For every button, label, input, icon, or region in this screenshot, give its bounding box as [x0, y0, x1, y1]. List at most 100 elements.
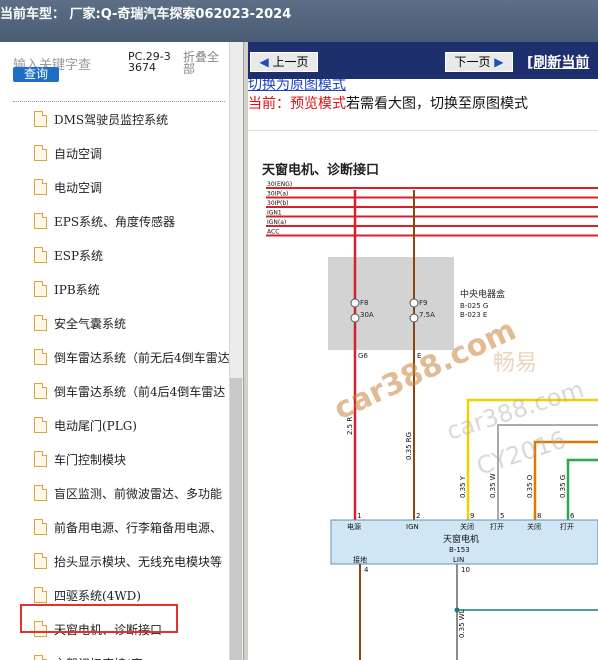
tree-item-label: ESP系统 — [54, 248, 104, 263]
watermark-changyi: 畅易 — [493, 351, 537, 376]
wire-label: 0.35 Y — [459, 475, 467, 498]
nav-toolbar: ◀ 上一页 下一页 ▶ [刷新当前 — [248, 42, 598, 79]
power-rail-label: ACC — [267, 229, 279, 236]
document-icon — [34, 349, 47, 365]
module-pin-number: 9 — [470, 512, 474, 520]
content-panel: ◀ 上一页 下一页 ▶ [刷新当前 切换为原图模式 当前：预览模式若需看大图，切… — [248, 42, 598, 660]
lin-label: LIN — [453, 556, 464, 564]
document-icon — [34, 383, 47, 399]
module-pin-number: 5 — [500, 512, 504, 520]
wire-label: 0.35 RG — [405, 432, 413, 460]
prev-page-button[interactable]: ◀ 上一页 — [250, 52, 318, 72]
tree-item-label: 电动空调 — [54, 180, 103, 195]
tree-item[interactable]: EPS系统、角度传感器 — [34, 210, 175, 232]
fuse-f8-id: F8 — [360, 299, 368, 307]
tree-item[interactable]: 电动尾门(PLG) — [34, 414, 137, 436]
document-icon — [34, 655, 47, 660]
tree-item-label: 盲区监测、前微波雷达、多功能 — [54, 486, 223, 501]
switch-original-link[interactable]: 切换为原图模式 — [248, 79, 346, 91]
fuse-f9-rating: 7.5A — [419, 311, 435, 319]
diagram-title: 天窗电机、诊断接口 — [262, 162, 379, 178]
fuse-f8-bottom — [350, 313, 360, 323]
tree-item[interactable]: DMS驾驶员监控系统 — [34, 108, 168, 130]
wire-label-wl: 0.35 WL — [458, 609, 466, 638]
document-icon — [34, 519, 47, 535]
fuse-f8-rating: 30A — [360, 311, 374, 319]
tree-item-label: 倒车雷达系统（前无后4倒车雷达 — [54, 350, 230, 365]
document-icon — [34, 179, 47, 195]
document-icon — [34, 417, 47, 433]
document-icon — [34, 145, 47, 161]
module-pin-label: 关闭 — [527, 522, 541, 531]
module-pin-label: 关闭 — [460, 522, 474, 531]
jb-connector-1: B-025 G — [460, 302, 488, 310]
tree-item[interactable]: 前备用电源、行李箱备用电源、 — [34, 516, 222, 538]
power-rail-label: 30IP(b) — [267, 200, 289, 207]
tree-item[interactable]: 安全气囊系统 — [34, 312, 126, 334]
ground-pin: 4 — [364, 566, 369, 574]
tree-item[interactable]: 盲区监测、前微波雷达、多功能 — [34, 482, 222, 504]
selected-highlight — [20, 604, 178, 633]
document-icon — [34, 247, 47, 263]
module-connector: B-153 — [449, 546, 470, 554]
tree-item[interactable]: 车门控制模块 — [34, 448, 126, 470]
module-pin-number: 1 — [357, 512, 361, 520]
power-rail-label: 30(ENG) — [267, 181, 292, 188]
tree-item-label: 前备用电源、行李箱备用电源、 — [54, 520, 223, 535]
tree-item[interactable]: 倒车雷达系统（前无后4倒车雷达 — [34, 346, 230, 368]
fuse-f8-top — [350, 298, 360, 308]
tree-item[interactable]: 电动空调 — [34, 176, 102, 198]
query-button[interactable]: 查询 — [13, 67, 59, 82]
power-rail-label: IGN1 — [267, 210, 282, 217]
tree-item-label: 电动尾门(PLG) — [54, 418, 137, 433]
module-pin-label: 打开 — [490, 522, 504, 531]
module-pin-label: IGN — [406, 523, 419, 531]
power-rail-label: 30IP(a) — [267, 191, 288, 198]
module-pin-label: 电源 — [347, 522, 361, 531]
tree-item-label: 安全气囊系统 — [54, 316, 127, 331]
tree-item[interactable]: 主驾记忆座椅(底 — [34, 652, 143, 660]
tree-item-label: 倒车雷达系统（前4后4倒车雷达 — [54, 384, 226, 399]
arrow-left-icon: ◀ — [259, 55, 269, 69]
tree-item[interactable]: 抬头显示模块、无线充电模块等 — [34, 550, 222, 572]
scroll-thumb[interactable] — [230, 378, 242, 660]
document-icon — [34, 587, 47, 603]
tree-item-label: 车门控制模块 — [54, 452, 127, 467]
tree-item[interactable]: ESP系统 — [34, 244, 103, 266]
wiring-diagram: 天窗电机、诊断接口 30(ENG)30IP(a)30IP(b)IGN1IGN(a… — [248, 130, 598, 660]
document-icon — [34, 111, 47, 127]
tree-item[interactable]: 自动空调 — [34, 142, 102, 164]
arrow-right-icon: ▶ — [494, 55, 504, 69]
module-pin-number: 6 — [570, 512, 575, 520]
tree-item-label: 自动空调 — [54, 146, 103, 161]
lin-pin: 10 — [461, 566, 470, 574]
left-panel: 输入关键字查 查询 PC.29-33674 折叠全部 DMS驾驶员监控系统 自动空… — [0, 42, 243, 660]
jb-connector-2: B-023 E — [460, 311, 487, 319]
mode-line: 当前：预览模式若需看大图，切换至原图模式 — [248, 96, 528, 112]
fold-all-button[interactable]: 折叠全部 — [183, 51, 223, 75]
wire-label: 0.35 G — [559, 475, 567, 498]
document-icon — [34, 213, 47, 229]
watermark-car388-gray: car388.com — [443, 375, 587, 446]
tree-item-label: 抬头显示模块、无线充电模块等 — [54, 554, 223, 569]
tree-item-label: EPS系统、角度传感器 — [54, 214, 176, 229]
next-page-button[interactable]: 下一页 ▶ — [445, 52, 513, 72]
junction-box-label: 中央电器盒 — [460, 288, 505, 300]
document-icon — [34, 485, 47, 501]
tree-item[interactable]: IPB系统 — [34, 278, 100, 300]
wire-green — [566, 458, 598, 520]
document-icon — [34, 553, 47, 569]
ground-label: 接地 — [353, 555, 367, 564]
window-title: 当前车型： 厂家:Q-奇瑞汽车探索062023-2024 — [0, 7, 292, 22]
pc-code: PC.29-33674 — [128, 50, 171, 74]
tree-item[interactable]: 倒车雷达系统（前4后4倒车雷达 — [34, 380, 225, 402]
power-rail-label: IGN(a) — [267, 219, 286, 226]
tree-item-label: DMS驾驶员监控系统 — [54, 112, 169, 127]
junction-box — [328, 257, 454, 350]
module-name: 天窗电机 — [443, 533, 479, 545]
tree-item[interactable]: 四驱系统(4WD) — [34, 584, 141, 606]
tree-item-label: IPB系统 — [54, 282, 100, 297]
refresh-link[interactable]: [刷新当前 — [527, 52, 589, 72]
module-pin-number: 2 — [416, 512, 420, 520]
fuse-f9-bottom — [409, 313, 419, 323]
